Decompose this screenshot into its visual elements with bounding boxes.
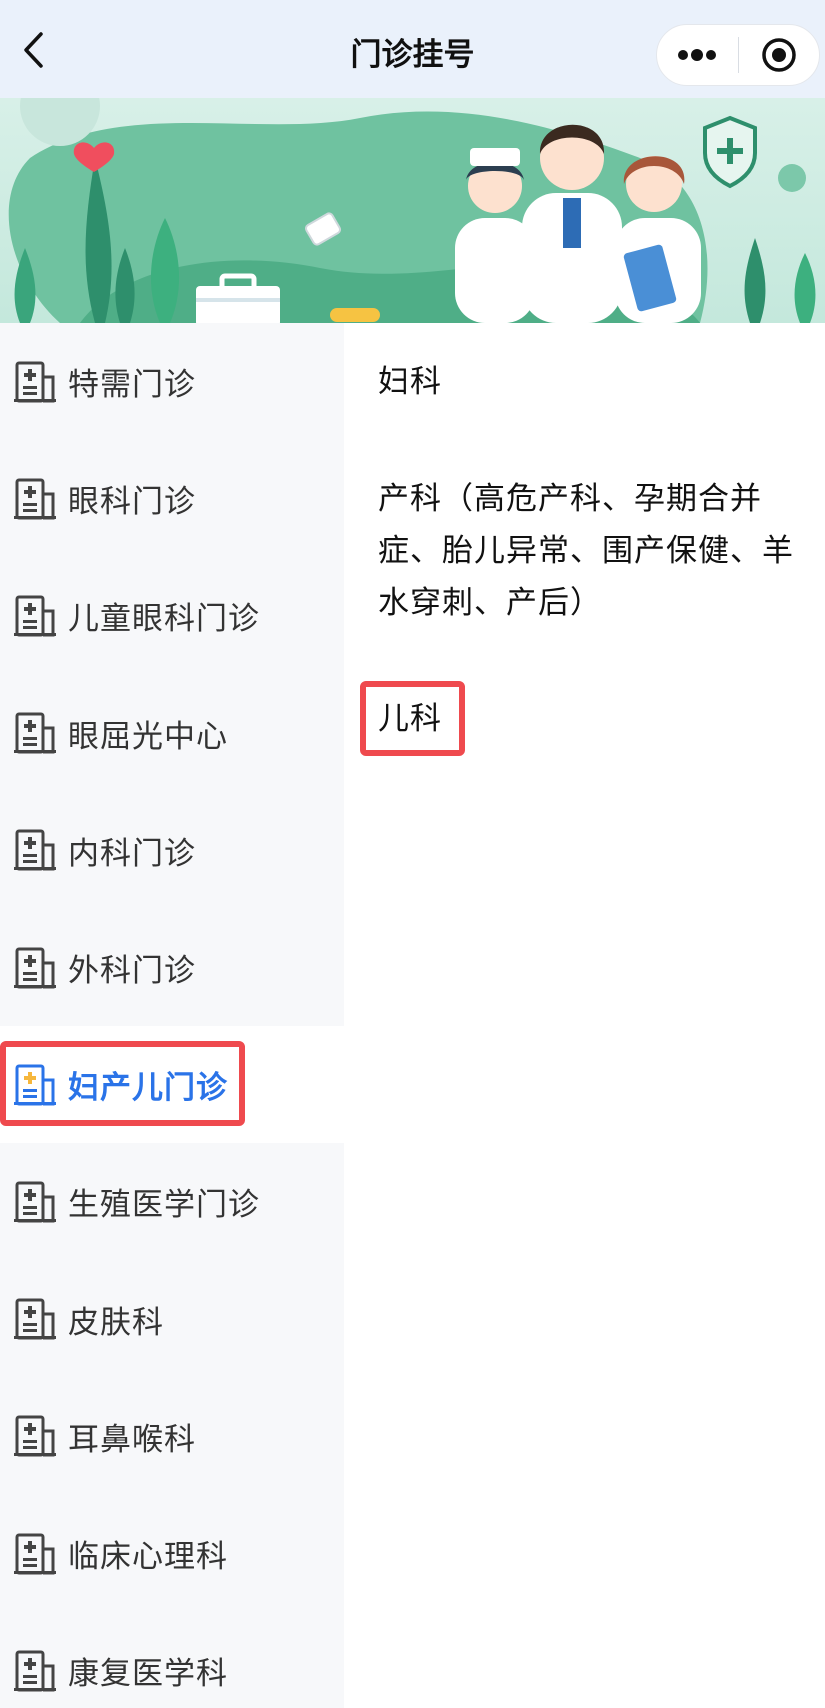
sub-department-obstetrics[interactable]: 产科（高危产科、孕期合并症、胎儿异常、围产保健、羊水穿刺、产后）	[378, 473, 798, 629]
hospital-building-icon	[14, 478, 56, 520]
sidebar-item-label: 临床心理科	[68, 1539, 228, 1575]
sub-department-pediatrics[interactable]: 儿科	[378, 693, 798, 745]
target-circle-icon	[762, 38, 796, 72]
more-button[interactable]	[657, 25, 738, 85]
sidebar-item[interactable]: 妇产儿门诊	[0, 1026, 344, 1144]
sub-department-gynecology[interactable]: 妇科	[378, 356, 798, 408]
hospital-banner	[0, 98, 825, 323]
sidebar-item[interactable]: 内科门诊	[0, 792, 344, 909]
hospital-building-icon	[14, 1533, 56, 1574]
hospital-building-icon	[14, 829, 56, 871]
sidebar-item-label: 皮肤科	[68, 1304, 164, 1341]
hospital-building-icon	[14, 1650, 56, 1692]
sidebar-item[interactable]: 外科门诊	[0, 909, 344, 1026]
sub-department-list: 妇科 产科（高危产科、孕期合并症、胎儿异常、围产保健、羊水穿刺、产后） 儿科	[344, 323, 825, 1708]
sidebar-item-label: 外科门诊	[68, 953, 196, 989]
sidebar-item[interactable]: 特需门诊	[0, 323, 344, 440]
sidebar-item-label: 妇产儿门诊	[68, 1070, 228, 1107]
sidebar-item-label: 生殖医学门诊	[68, 1187, 260, 1224]
hospital-building-icon	[14, 1181, 56, 1223]
sidebar-item-label: 眼科门诊	[68, 484, 196, 521]
sidebar-item[interactable]: 临床心理科	[0, 1495, 344, 1612]
hospital-building-icon	[14, 947, 56, 988]
shield-plus-icon	[703, 115, 757, 189]
sidebar-item[interactable]: 康复医学科	[0, 1612, 344, 1708]
sidebar-item[interactable]: 眼屈光中心	[0, 675, 344, 792]
sidebar-item[interactable]: 皮肤科	[0, 1261, 344, 1378]
sidebar-item-label: 康复医学科	[68, 1656, 228, 1693]
mini-program-capsule	[656, 24, 820, 86]
hospital-building-icon	[14, 1415, 56, 1457]
close-miniprogram-button[interactable]	[739, 25, 820, 85]
banner-illustration	[0, 98, 825, 323]
sidebar-item[interactable]: 生殖医学门诊	[0, 1143, 344, 1260]
hospital-building-icon	[14, 361, 56, 402]
top-navigation-bar: 门诊挂号	[0, 0, 825, 98]
sidebar-item-label: 特需门诊	[68, 367, 196, 403]
more-dots-icon	[678, 49, 717, 61]
sidebar-item[interactable]: 儿童眼科门诊	[0, 557, 344, 674]
sidebar-item-label: 眼屈光中心	[68, 718, 228, 755]
department-category-sidebar: 特需门诊眼科门诊儿童眼科门诊 眼屈光中心内科门诊外科门诊妇产儿门诊生殖医学门诊 皮肤…	[0, 323, 344, 1708]
hospital-building-icon	[14, 1064, 56, 1106]
hospital-building-icon	[14, 1298, 56, 1340]
hospital-building-icon	[14, 595, 56, 637]
sidebar-item-label: 耳鼻喉科	[68, 1421, 196, 1458]
sidebar-item-label: 儿童眼科门诊	[68, 601, 260, 638]
chevron-left-icon	[24, 32, 43, 68]
sidebar-item[interactable]: 耳鼻喉科	[0, 1378, 344, 1495]
sidebar-item[interactable]: 眼科门诊	[0, 440, 344, 557]
sidebar-item-label: 内科门诊	[68, 835, 196, 872]
back-button[interactable]	[14, 30, 54, 70]
hospital-building-icon	[14, 712, 56, 754]
